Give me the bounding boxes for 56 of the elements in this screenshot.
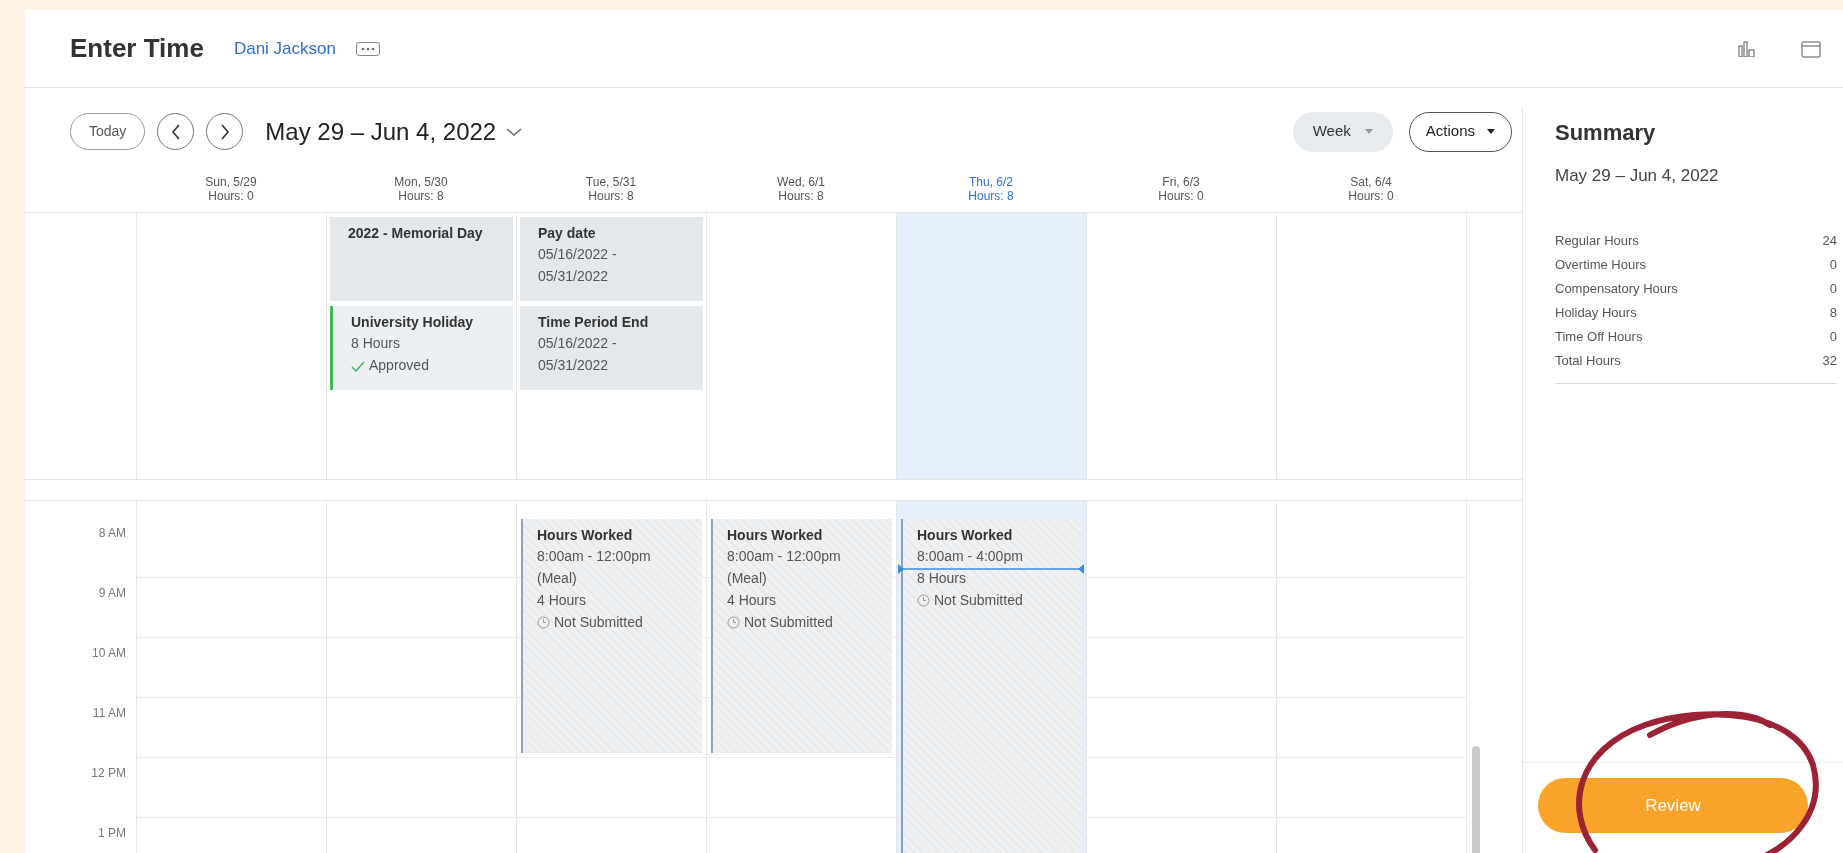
event-card[interactable]: Hours Worked 8:00am - 4:00pm 8 Hours Not Submitted	[901, 518, 1082, 853]
summary-date-range: May 29 – Jun 4, 2022	[1555, 165, 1720, 187]
summary-title: Summary	[1555, 119, 1657, 147]
chevron-down-icon[interactable]	[506, 126, 523, 137]
event-card[interactable]: Pay date 05/16/2022 - 05/31/2022	[520, 216, 703, 301]
previous-button[interactable]	[157, 113, 195, 150]
summary-value: 0	[1829, 279, 1837, 298]
worker-link[interactable]: Dani Jackson	[233, 35, 336, 62]
summary-label: Compensatory Hours	[1555, 279, 1678, 298]
summary-label: Regular Hours	[1555, 231, 1639, 250]
event-card[interactable]: Hours Worked 8:00am - 12:00pm (Meal) 4 Hours Not Submitted	[711, 518, 892, 753]
today-button[interactable]: Today	[70, 113, 146, 150]
time-label: 8 AM	[97, 524, 127, 542]
clock-icon	[917, 594, 930, 608]
more-button[interactable]	[355, 41, 380, 56]
caret-icon	[1364, 129, 1373, 134]
summary-label: Overtime Hours	[1555, 255, 1647, 274]
day-header: Tue, 5/31 Hours: 8	[584, 174, 638, 206]
view-dropdown[interactable]: Week	[1292, 111, 1393, 152]
time-label: 10 AM	[90, 644, 127, 662]
time-label: 11 AM	[91, 704, 127, 722]
date-range: May 29 – Jun 4, 2022	[265, 116, 497, 147]
time-label: 12 PM	[90, 764, 127, 782]
event-card[interactable]: Time Period End 05/16/2022 - 05/31/2022	[520, 305, 703, 390]
summary-value: 8	[1829, 303, 1837, 322]
event-card[interactable]: Hours Worked 8:00am - 12:00pm (Meal) 4 Hours Not Submitted	[521, 518, 702, 753]
check-icon	[351, 360, 365, 372]
time-label: 1 PM	[97, 824, 127, 842]
summary-label: Holiday Hours	[1555, 303, 1637, 322]
bar-chart-icon[interactable]	[1738, 40, 1756, 57]
summary-value: 32	[1822, 351, 1837, 370]
time-label: 9 AM	[97, 584, 127, 602]
summary-value: 0	[1829, 255, 1837, 274]
day-header: Thu, 6/2 Hours: 8	[967, 174, 1015, 206]
day-header: Sat, 6/4 Hours: 0	[1347, 174, 1395, 206]
actions-dropdown[interactable]: Actions	[1408, 111, 1512, 152]
day-header: Fri, 6/3 Hours: 0	[1157, 174, 1205, 206]
chevron-right-icon	[219, 123, 230, 140]
day-header: Mon, 5/30 Hours: 8	[393, 174, 449, 206]
caret-icon	[1487, 129, 1495, 134]
scrollbar-thumb[interactable]	[1472, 745, 1480, 853]
chevron-left-icon	[170, 123, 181, 140]
clock-icon	[537, 615, 550, 629]
summary-value: 24	[1822, 231, 1837, 250]
next-button[interactable]	[206, 113, 244, 150]
event-card[interactable]: University Holiday 8 Hours Approved	[330, 305, 513, 390]
summary-label: Time Off Hours	[1555, 327, 1643, 346]
day-header: Sun, 5/29 Hours: 0	[204, 174, 258, 206]
summary-value: 0	[1829, 327, 1837, 346]
ellipsis-icon	[360, 46, 375, 51]
event-card[interactable]: 2022 - Memorial Day	[330, 216, 513, 301]
page-title: Enter Time	[70, 32, 204, 65]
day-header: Wed, 6/1 Hours: 8	[776, 174, 826, 206]
summary-label: Total Hours	[1555, 351, 1621, 370]
resize-handle[interactable]	[898, 563, 1084, 574]
clock-icon	[727, 615, 740, 629]
